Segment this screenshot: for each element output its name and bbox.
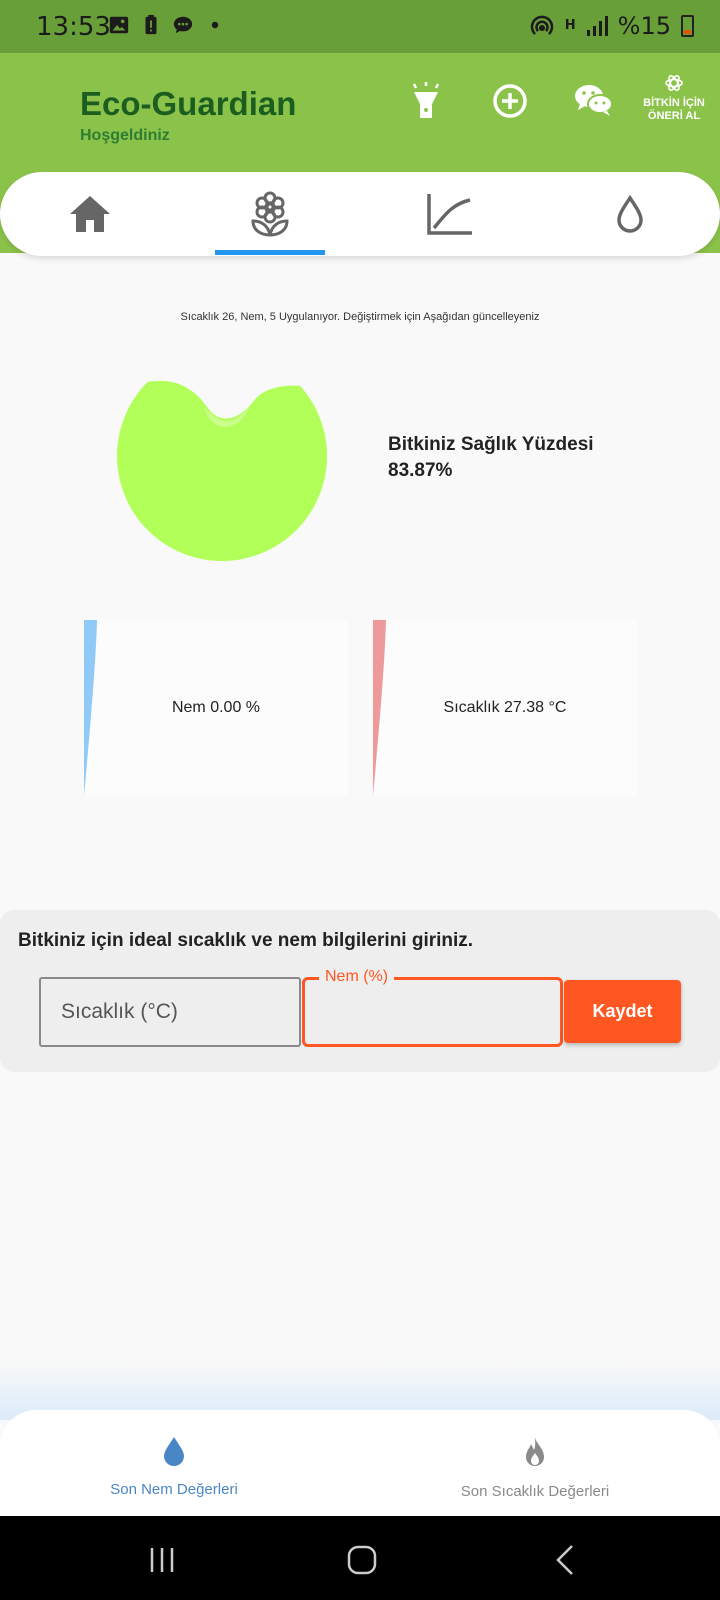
status-bar: 13:53 H %15 — [0, 0, 720, 53]
health-gauge — [117, 351, 327, 561]
flower-icon — [251, 191, 289, 237]
wechat-button[interactable] — [572, 79, 616, 123]
battery-icon — [681, 15, 694, 37]
health-label: Bitkiniz Sağlık Yüzdesi 83.87% — [388, 432, 594, 484]
ideal-values-form: Bitkiniz için ideal sıcaklık ve nem bilg… — [0, 910, 720, 1072]
save-button[interactable]: Kaydet — [564, 980, 681, 1043]
humidity-label: Nem (%) — [319, 968, 395, 986]
temperature-value: Sıcaklık 27.38 °C — [443, 699, 567, 716]
nav-humidity-label: Son Nem Değerleri — [110, 1481, 238, 1498]
tab-water[interactable] — [575, 172, 685, 256]
form-heading: Bitkiniz için ideal sıcaklık ve nem bilg… — [18, 930, 474, 951]
flashlight-icon — [412, 82, 440, 118]
tab-bar — [0, 172, 720, 256]
back-button[interactable] — [545, 1540, 585, 1580]
flashlight-button[interactable] — [404, 79, 448, 123]
app-subtitle: Hoşgeldiniz — [80, 127, 170, 144]
temperature-input[interactable] — [39, 977, 301, 1047]
chart-icon — [427, 194, 472, 235]
network-type: H — [564, 18, 576, 33]
wechat-icon — [575, 85, 613, 116]
dot-icon — [211, 21, 219, 29]
battery-alert-icon — [145, 14, 157, 35]
home-circle-icon — [347, 1545, 377, 1575]
back-icon — [556, 1545, 573, 1575]
health-value: 83.87% — [388, 460, 453, 481]
recents-button[interactable] — [142, 1540, 182, 1580]
home-button[interactable] — [342, 1540, 382, 1580]
hotspot-icon — [530, 15, 554, 35]
humidity-card: Nem 0.00 % — [84, 620, 348, 796]
tab-plant[interactable] — [215, 172, 325, 256]
signal-icon — [586, 16, 608, 36]
health-title: Bitkiniz Sağlık Yüzdesi — [388, 434, 594, 455]
humidity-field: Nem (%) — [302, 968, 563, 1047]
tab-home[interactable] — [35, 172, 145, 256]
message-icon — [173, 16, 193, 34]
tab-indicator — [215, 250, 325, 255]
add-button[interactable] — [488, 79, 532, 123]
system-nav-bar — [0, 1516, 720, 1600]
home-icon — [70, 196, 110, 232]
nav-temperature-history[interactable]: Son Sıcaklık Değerleri — [405, 1436, 665, 1500]
suggestion-label: BİTKİN İÇİN ÖNERİ AL — [643, 97, 705, 122]
fire-icon — [526, 1437, 544, 1466]
openai-icon — [665, 75, 683, 91]
water-drop-icon — [617, 195, 643, 233]
nav-humidity-history[interactable]: Son Nem Değerleri — [44, 1436, 304, 1498]
humidity-input[interactable] — [305, 980, 560, 1044]
suggestion-button[interactable]: BİTKİN İÇİN ÖNERİ AL — [640, 73, 708, 123]
add-circle-icon — [493, 84, 527, 118]
recents-icon — [150, 1548, 174, 1572]
app-title: Eco-Guardian — [80, 85, 297, 122]
gallery-icon — [109, 16, 129, 34]
temperature-card: Sıcaklık 27.38 °C — [373, 620, 637, 796]
status-time: 13:53 — [36, 12, 111, 42]
info-text: Sıcaklık 26, Nem, 5 Uygulanıyor. Değişti… — [180, 311, 540, 323]
nav-temperature-label: Son Sıcaklık Değerleri — [460, 1483, 610, 1500]
battery-percent: %15 — [617, 12, 671, 40]
humidity-value: Nem 0.00 % — [171, 699, 261, 716]
tab-chart[interactable] — [395, 172, 505, 256]
water-drop-icon — [164, 1437, 184, 1466]
notification-icons — [108, 14, 226, 36]
status-right: H %15 — [529, 12, 694, 40]
bottom-nav: Son Nem Değerleri Son Sıcaklık Değerleri — [0, 1410, 720, 1516]
